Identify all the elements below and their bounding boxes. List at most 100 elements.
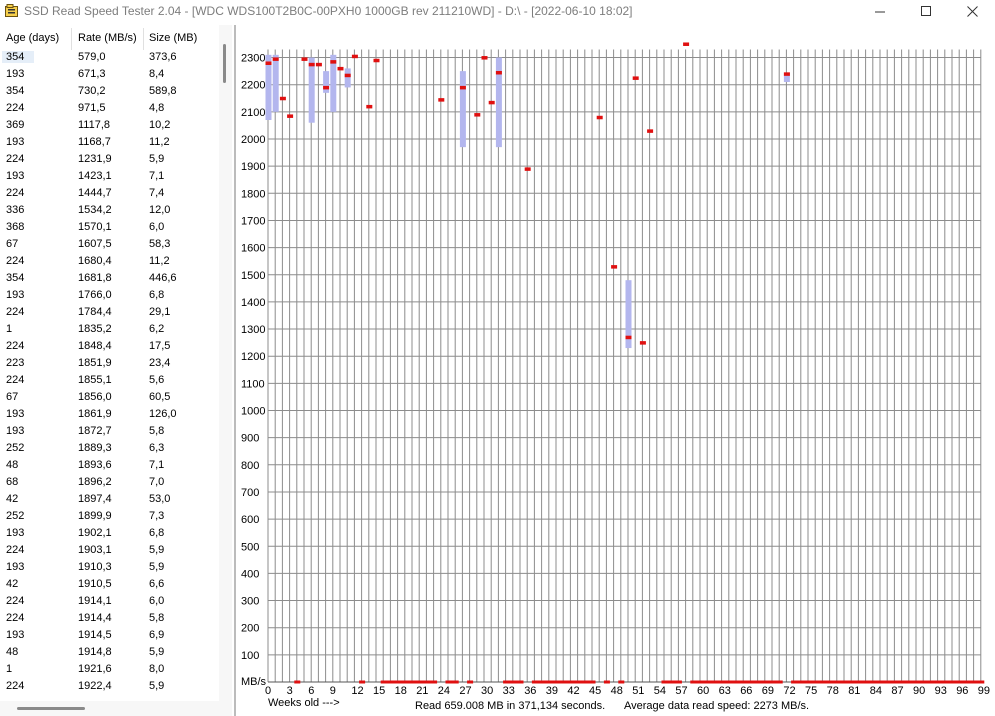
table-row[interactable]: 193 1423,1 7,1 xyxy=(0,169,217,186)
age-cell: 67 xyxy=(6,238,19,250)
table-row[interactable]: 67 1856,0 60,5 xyxy=(0,390,217,407)
scrollbar-thumb[interactable] xyxy=(17,707,85,710)
table-row[interactable]: 252 1889,3 6,3 xyxy=(0,441,217,458)
data-point xyxy=(596,115,603,120)
table-row[interactable]: 336 1534,2 12,0 xyxy=(0,203,217,220)
table-row[interactable]: 224 1903,1 5,9 xyxy=(0,543,217,560)
column-header-size[interactable]: Size (MB) xyxy=(149,32,197,44)
chart-svg: 100 200 300 400 500 600 700 800 900 1000 1100 1200 1… xyxy=(233,25,995,716)
column-divider[interactable] xyxy=(143,28,144,50)
y-tick-label: 2300 xyxy=(241,53,265,65)
age-cell: 224 xyxy=(6,187,25,199)
data-point xyxy=(632,76,639,80)
age-cell: 354 xyxy=(2,51,34,63)
table-row[interactable]: 224 1914,1 6,0 xyxy=(0,594,217,611)
rate-cell: 1835,2 xyxy=(78,323,112,335)
table-row[interactable]: 48 1893,6 7,1 xyxy=(0,458,217,475)
table-row[interactable]: 224 1784,4 29,1 xyxy=(0,305,217,322)
table-row[interactable]: 224 1680,4 11,2 xyxy=(0,254,217,271)
read-summary: Read 659.008 MB in 371,134 seconds. xyxy=(415,700,605,712)
size-cell: 6,0 xyxy=(149,221,165,233)
zero-read-mark xyxy=(380,680,438,684)
table-row[interactable]: 193 1872,7 5,8 xyxy=(0,424,217,441)
zero-read-mark xyxy=(294,680,301,684)
close-button[interactable] xyxy=(949,0,995,22)
rate-cell: 971,5 xyxy=(78,102,106,114)
table-row[interactable]: 193 1766,0 6,8 xyxy=(0,288,217,305)
table-row[interactable]: 193 1902,1 6,8 xyxy=(0,526,217,543)
age-cell: 1 xyxy=(6,323,13,335)
minimize-button[interactable] xyxy=(857,0,903,22)
vertical-scrollbar[interactable] xyxy=(219,25,232,701)
column-divider[interactable] xyxy=(71,28,72,50)
rate-cell: 1855,1 xyxy=(78,374,112,386)
scrollbar-thumb[interactable] xyxy=(223,44,226,83)
table-row[interactable]: 193 1861,9 126,0 xyxy=(0,407,217,424)
size-cell: 11,2 xyxy=(149,136,170,148)
table-row[interactable]: 224 1855,1 5,6 xyxy=(0,373,217,390)
size-cell: 6,3 xyxy=(149,442,165,454)
age-cell: 354 xyxy=(6,85,25,97)
table-row[interactable]: 354 730,2 589,8 xyxy=(0,84,217,101)
horizontal-scrollbar[interactable] xyxy=(0,701,232,716)
data-point xyxy=(639,341,646,345)
zero-read-mark xyxy=(603,680,610,684)
table-row[interactable]: 252 1899,9 7,3 xyxy=(0,509,217,526)
x-tick-label: 84 xyxy=(870,685,882,697)
data-point xyxy=(438,98,445,102)
table-row[interactable]: 68 1896,2 7,0 xyxy=(0,475,217,492)
rate-cell: 579,0 xyxy=(78,51,106,63)
table-row[interactable]: 368 1570,1 6,0 xyxy=(0,220,217,237)
range-bar xyxy=(323,71,330,93)
table-row[interactable]: 1 1835,2 6,2 xyxy=(0,322,217,339)
size-cell: 5,9 xyxy=(149,680,165,692)
age-cell: 224 xyxy=(6,153,25,165)
table-row[interactable]: 193 1910,3 5,9 xyxy=(0,560,217,577)
size-cell: 12,0 xyxy=(149,204,171,216)
table-row[interactable]: 224 1444,7 7,4 xyxy=(0,186,217,203)
data-point xyxy=(474,113,481,117)
speed-chart: 100 200 300 400 500 600 700 800 900 1000 1100 1200 1… xyxy=(233,25,995,716)
table-row[interactable]: 354 579,0 373,6 xyxy=(0,50,217,67)
table-row[interactable]: 224 1231,9 5,9 xyxy=(0,152,217,169)
table-row[interactable]: 42 1897,4 53,0 xyxy=(0,492,217,509)
column-header-rate[interactable]: Rate (MB/s) xyxy=(78,32,137,44)
table-row[interactable]: 223 1851,9 23,4 xyxy=(0,356,217,373)
age-cell: 42 xyxy=(6,578,19,590)
table-row[interactable]: 193 1168,7 11,2 xyxy=(0,135,217,152)
data-point xyxy=(301,57,308,61)
table-row[interactable]: 224 1848,4 17,5 xyxy=(0,339,217,356)
x-tick-label: 69 xyxy=(762,685,774,697)
x-tick-label: 42 xyxy=(567,685,579,697)
table-row[interactable]: 354 1681,8 446,6 xyxy=(0,271,217,288)
table-row[interactable]: 224 1914,4 5,8 xyxy=(0,611,217,628)
age-cell: 224 xyxy=(6,612,25,624)
table-row[interactable]: 42 1910,5 6,6 xyxy=(0,577,217,594)
column-header-age[interactable]: Age (days) xyxy=(6,32,59,44)
table-row[interactable]: 369 1117,8 10,2 xyxy=(0,118,217,135)
table-row[interactable]: 1 1921,6 8,0 xyxy=(0,662,217,679)
age-cell: 368 xyxy=(6,221,25,233)
table-row[interactable]: 48 1914,8 5,9 xyxy=(0,645,217,662)
maximize-button[interactable] xyxy=(903,0,949,22)
table-row[interactable]: 193 671,3 8,4 xyxy=(0,67,217,84)
x-tick-label: 15 xyxy=(373,685,385,697)
age-cell: 193 xyxy=(6,425,25,437)
age-cell: 193 xyxy=(6,561,25,573)
age-cell: 48 xyxy=(6,459,19,471)
table-row[interactable]: 193 1914,5 6,9 xyxy=(0,628,217,645)
average-speed: Average data read speed: 2273 MB/s. xyxy=(624,700,809,712)
age-cell: 224 xyxy=(6,306,25,318)
x-tick-label: 39 xyxy=(546,685,558,697)
x-tick-label: 27 xyxy=(459,685,471,697)
results-table[interactable]: Age (days) Rate (MB/s) Size (MB) 354 579,… xyxy=(0,25,217,701)
table-row[interactable]: 224 1922,4 5,9 xyxy=(0,679,217,696)
size-cell: 5,9 xyxy=(149,561,165,573)
y-tick-label: 700 xyxy=(241,487,259,499)
rate-cell: 1851,9 xyxy=(78,357,112,369)
size-cell: 10,2 xyxy=(149,119,171,131)
table-row[interactable]: 67 1607,5 58,3 xyxy=(0,237,217,254)
table-row[interactable]: 224 971,5 4,8 xyxy=(0,101,217,118)
age-cell: 224 xyxy=(6,255,25,267)
size-cell: 7,1 xyxy=(149,459,165,471)
